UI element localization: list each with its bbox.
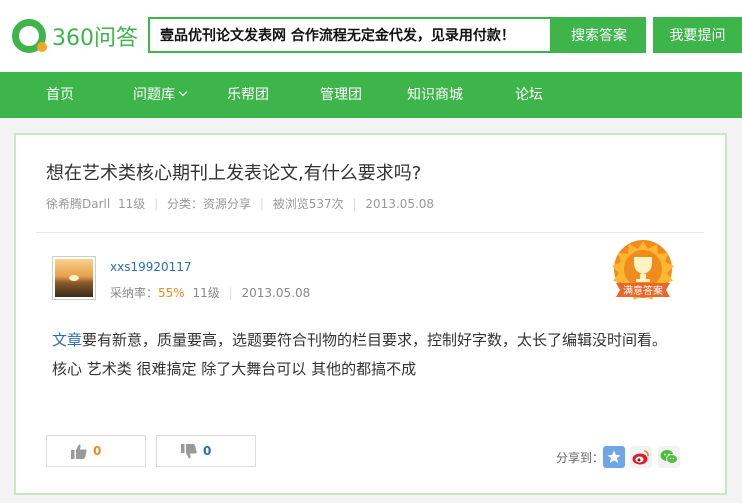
search-button[interactable]: 搜索答案 [552, 17, 646, 53]
question-views: 被浏览537次 [272, 197, 344, 211]
logo-ring-icon [12, 19, 47, 53]
answer-date: 2013.05.08 [241, 286, 311, 300]
upvote-count: 0 [93, 444, 102, 458]
best-answer-badge-icon: 满意答案 [612, 240, 674, 300]
chevron-down-icon [178, 87, 188, 97]
nav-item-help-group[interactable]: 乐帮团 [227, 72, 269, 118]
question-date: 2013.05.08 [365, 197, 435, 211]
ask-question-button[interactable]: 我要提问 [653, 17, 742, 53]
downvote-button[interactable]: 0 [156, 435, 256, 467]
question-card: 想在艺术类核心期刊上发表论文,有什么要求吗? 徐希腾Darll 11级 | 分类… [14, 133, 727, 495]
nav-item-knowledge-mall[interactable]: 知识商城 [407, 72, 463, 118]
thumbs-up-icon [71, 444, 87, 459]
nav-item-home[interactable]: 首页 [46, 72, 74, 118]
answer-user-level: 11级 [192, 286, 220, 300]
answer-text-line1: 要有新意，质量要高，选题要符合刊物的栏目要求，控制好字数，太长了编辑没时间看。 [82, 331, 668, 349]
logo[interactable]: 360问答 [12, 18, 138, 54]
thumbs-down-icon [181, 443, 197, 458]
adoption-rate: 55% [158, 286, 185, 300]
question-author[interactable]: 徐希腾Darll [46, 197, 110, 211]
logo-text: 360问答 [52, 26, 138, 51]
nav-item-forum[interactable]: 论坛 [515, 72, 543, 118]
question-meta: 徐希腾Darll 11级 | 分类：资源分享 | 被浏览537次 | 2013.… [46, 197, 435, 211]
avatar[interactable] [52, 256, 96, 300]
divider [36, 232, 704, 233]
share-wechat-icon[interactable] [658, 446, 680, 468]
answer-content: 文章要有新意，质量要高，选题要符合刊物的栏目要求，控制好字数，太长了编辑没时间看… [52, 326, 692, 384]
nav-item-admin-group[interactable]: 管理团 [320, 72, 362, 118]
main-nav: 首页 问题库 乐帮团 管理团 知识商城 论坛 [0, 72, 742, 118]
upvote-button[interactable]: 0 [46, 435, 146, 467]
downvote-count: 0 [203, 444, 212, 458]
answer-username[interactable]: xxs19920117 [110, 260, 192, 274]
answer-text-line2: 核心 艺术类 很难搞定 除了大舞台可以 其他的都搞不成 [52, 360, 417, 378]
question-category: 分类：资源分享 [167, 197, 252, 211]
answer-meta: 采纳率：55% 11级 | 2013.05.08 [110, 286, 311, 300]
nav-item-question-library[interactable]: 问题库 [133, 72, 188, 118]
badge-label: 满意答案 [623, 284, 663, 297]
share-qzone-icon[interactable] [603, 446, 625, 468]
header: 360问答 壹品优刊论文发表网 合作流程无定金代发，见录用付款！ 搜索答案 我要… [0, 0, 742, 72]
question-title: 想在艺术类核心期刊上发表论文,有什么要求吗? [46, 163, 422, 184]
share-weibo-icon[interactable] [630, 446, 652, 468]
search-input[interactable]: 壹品优刊论文发表网 合作流程无定金代发，见录用付款！ [148, 17, 552, 53]
question-author-level: 11级 [118, 197, 146, 211]
share-label: 分享到： [556, 451, 605, 465]
answer-link[interactable]: 文章 [52, 331, 82, 349]
